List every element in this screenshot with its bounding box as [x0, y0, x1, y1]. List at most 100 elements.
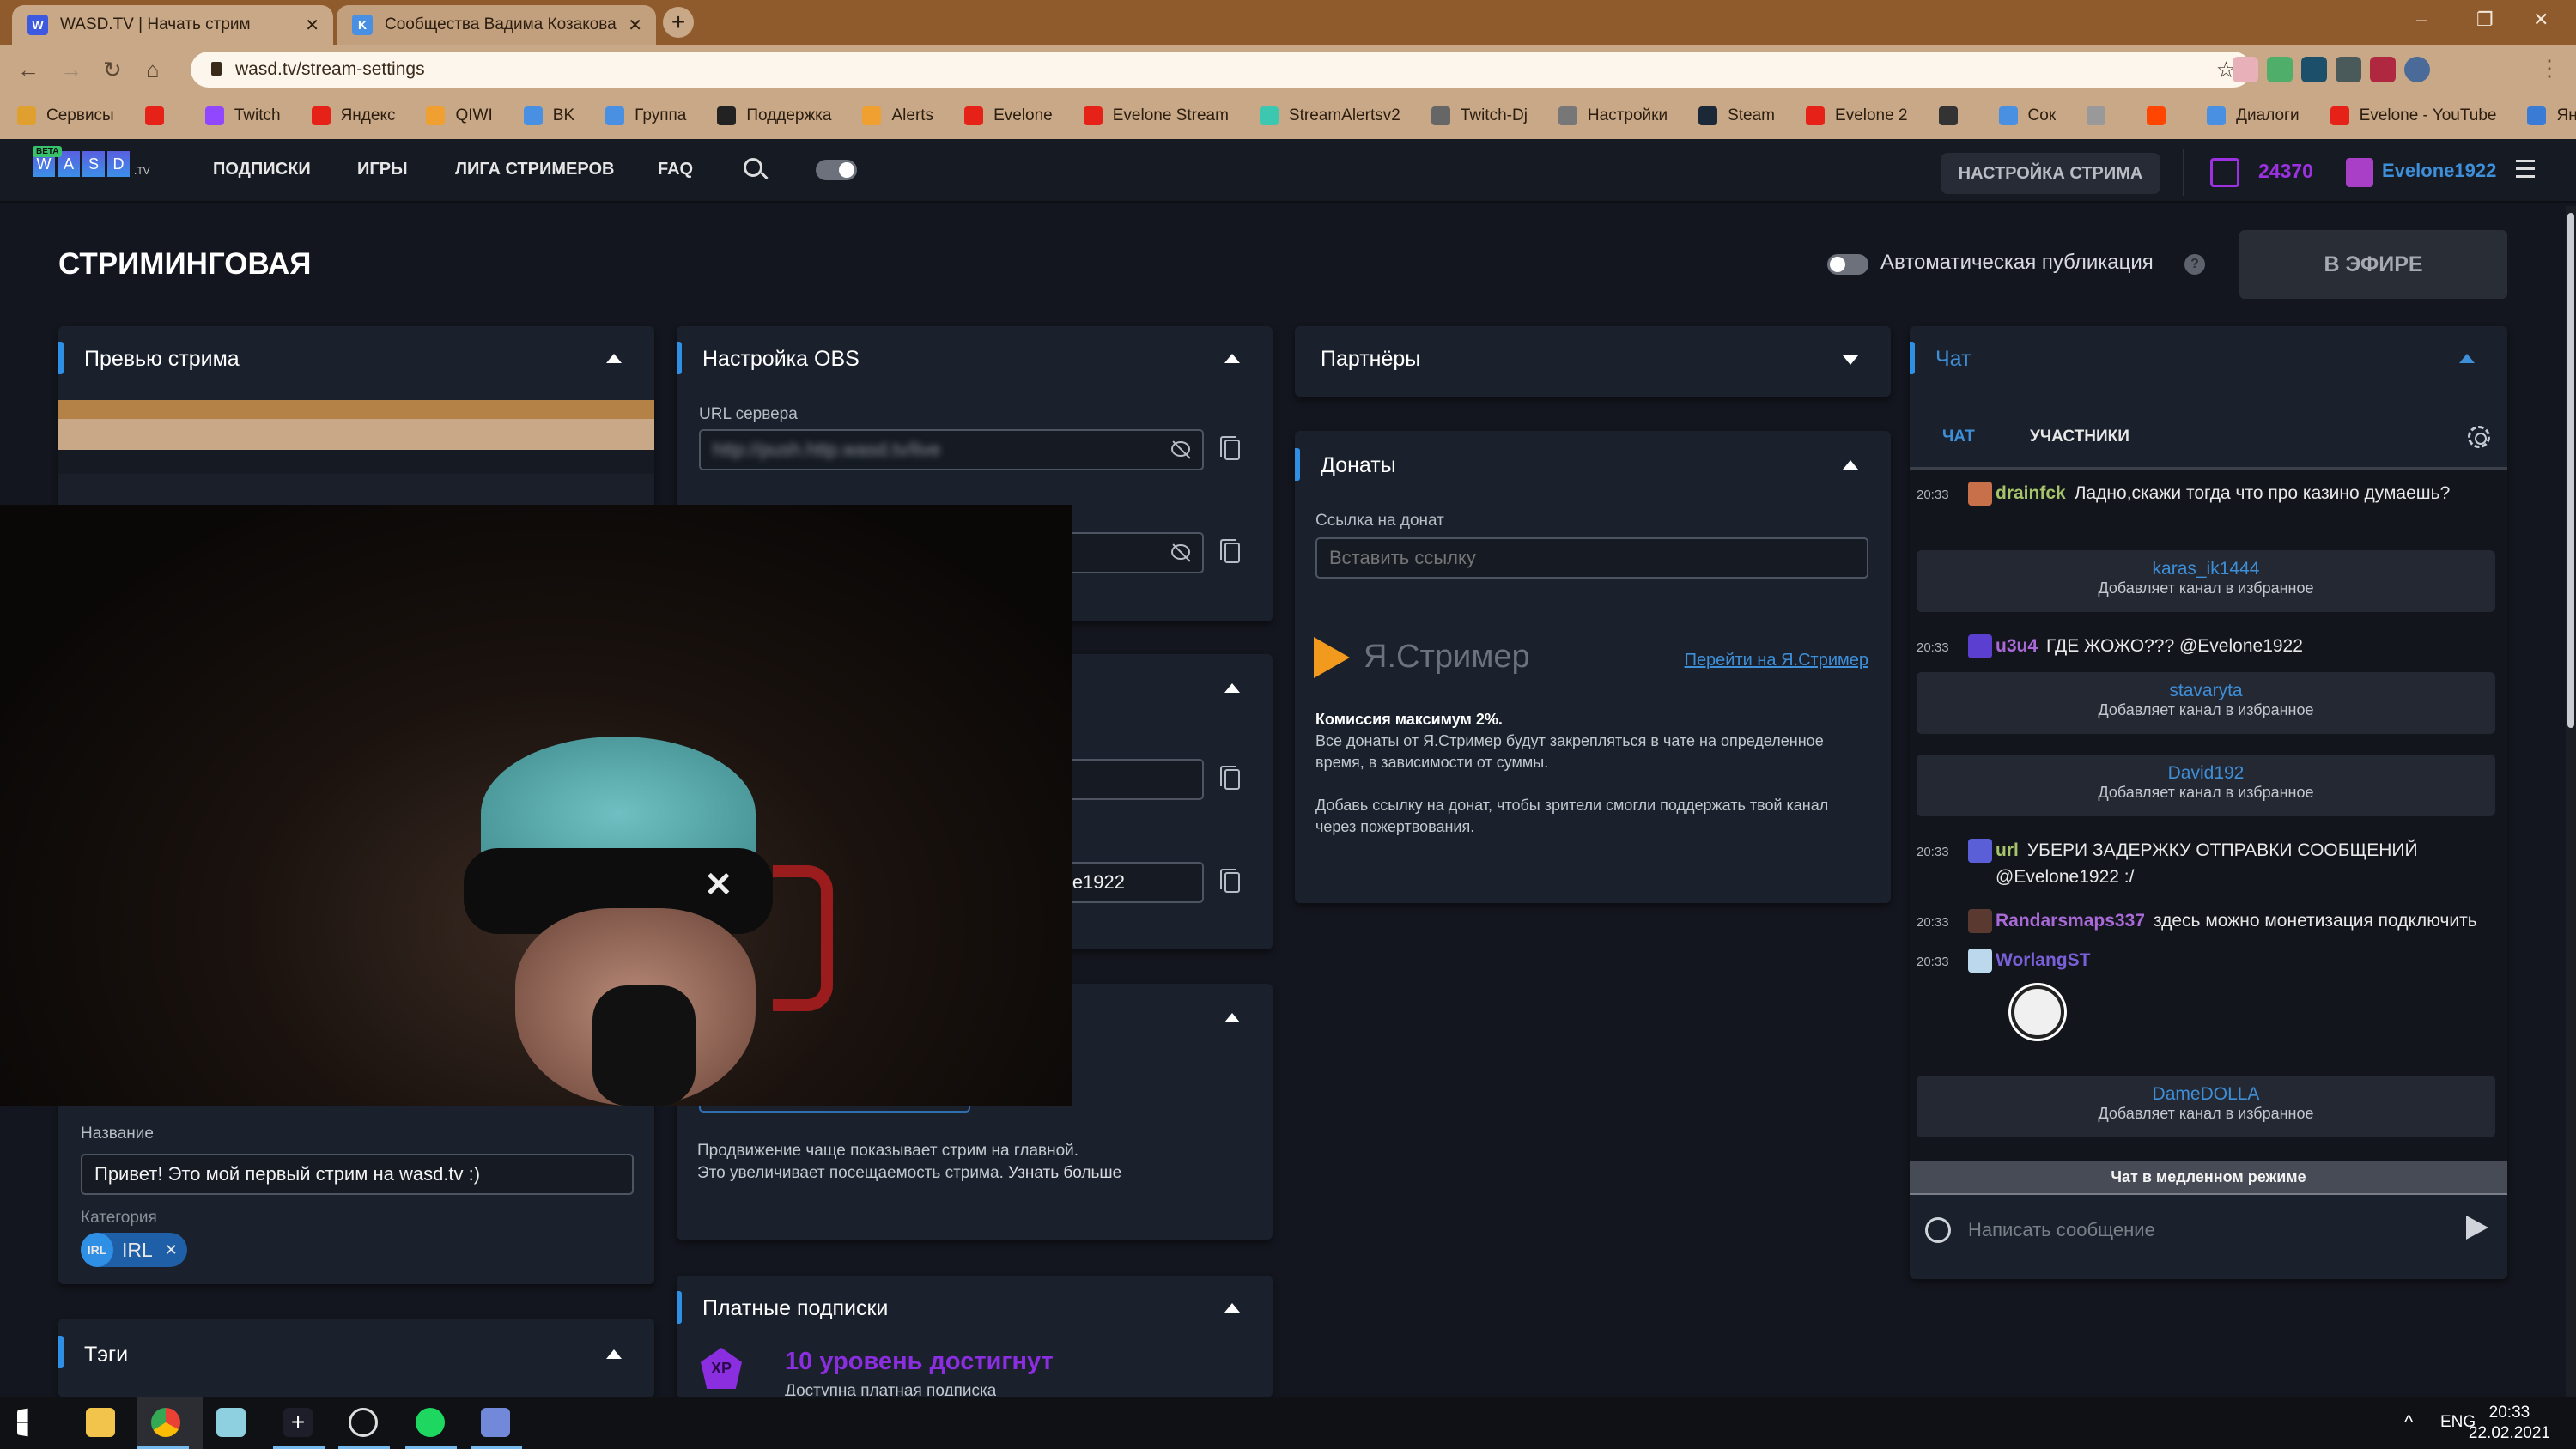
server-url-input[interactable]: http://push.http.wasd.tv/live: [699, 429, 1204, 470]
follower-name[interactable]: stavaryta: [1917, 681, 2495, 701]
bookmark-item[interactable]: Steam: [1698, 106, 1775, 125]
chat-message[interactable]: 20:33 url УБЕРИ ЗАДЕРЖКУ ОТПРАВКИ СООБЩЕНИ…: [1917, 837, 2492, 890]
chat-nick[interactable]: drainfck: [1996, 483, 2066, 503]
bookmark-item[interactable]: Поддержка: [717, 106, 831, 125]
auto-publish-toggle[interactable]: [1827, 254, 1868, 275]
nav-games[interactable]: ИГРЫ: [357, 160, 408, 179]
chat-message[interactable]: 20:33 Randarsmaps337 здесь можно монетизац…: [1917, 907, 2492, 934]
extension-icon[interactable]: [2267, 57, 2293, 82]
bookmark-item[interactable]: [2087, 106, 2116, 125]
nav-faq[interactable]: FAQ: [658, 160, 693, 179]
chat-message-input[interactable]: [1968, 1210, 2432, 1250]
avatar[interactable]: [1968, 909, 1992, 933]
windows-start-icon[interactable]: [17, 1408, 28, 1437]
bookmark-item[interactable]: Evelone Stream: [1083, 106, 1229, 125]
tray-chevron-icon[interactable]: ^: [2404, 1411, 2413, 1434]
copy-icon[interactable]: [1220, 766, 1240, 790]
collapse-icon[interactable]: [1224, 683, 1240, 693]
emoji-icon[interactable]: [1925, 1217, 1951, 1243]
copy-icon[interactable]: [1220, 436, 1240, 460]
donation-link-input[interactable]: [1315, 537, 1868, 579]
chat-message[interactable]: 20:33 u3u4 ГДЕ ЖОЖО??? @Evelone1922: [1917, 633, 2492, 659]
gear-icon[interactable]: [2468, 426, 2490, 448]
balance[interactable]: 24370: [2258, 160, 2313, 183]
bookmark-item[interactable]: [144, 106, 174, 125]
bookmark-item[interactable]: StreamAlertsv2: [1259, 106, 1400, 125]
partners-card[interactable]: Партнёры: [1295, 326, 1891, 397]
help-icon[interactable]: ?: [2184, 254, 2205, 275]
close-tab-icon[interactable]: ✕: [305, 15, 319, 36]
stream-name-input[interactable]: [81, 1154, 634, 1195]
bookmark-item[interactable]: Evelone 2: [1806, 106, 1908, 125]
ya-streamer-link[interactable]: Перейти на Я.Стример: [1685, 651, 1868, 670]
bookmark-item[interactable]: Диалоги: [2207, 106, 2300, 125]
nav-streamer-league[interactable]: ЛИГА СТРИМЕРОВ: [455, 160, 614, 179]
learn-more-link[interactable]: Узнать больше: [1008, 1164, 1121, 1182]
url-bar[interactable]: wasd.tv/stream-settings ☆: [191, 52, 2251, 88]
wallet-icon[interactable]: [2210, 158, 2239, 187]
avatar[interactable]: [2346, 158, 2373, 187]
menu-icon[interactable]: [2516, 160, 2535, 179]
nav-subscriptions[interactable]: ПОДПИСКИ: [213, 160, 311, 179]
chat-message[interactable]: 20:33 drainfck Ладно,скажи тогда что про к…: [1917, 480, 2492, 506]
extension-icon[interactable]: [2336, 57, 2361, 82]
username[interactable]: Evelone1922: [2382, 160, 2496, 182]
bookmark-item[interactable]: Alerts: [862, 106, 933, 125]
search-icon[interactable]: [744, 158, 762, 177]
tab-chat[interactable]: ЧАТ: [1942, 427, 1975, 446]
extension-icon[interactable]: [2370, 57, 2396, 82]
bookmark-item[interactable]: Twitch-Dj: [1431, 106, 1528, 125]
remove-category-icon[interactable]: ✕: [165, 1241, 178, 1259]
page-scrollbar[interactable]: [2566, 206, 2576, 1397]
eye-off-icon[interactable]: [1171, 441, 1190, 457]
category-chip[interactable]: IRL IRL ✕: [81, 1233, 187, 1267]
bookmark-item[interactable]: Яндекс: [311, 106, 395, 125]
stream-settings-button[interactable]: НАСТРОЙКА СТРИМА: [1941, 153, 2160, 194]
go-live-button[interactable]: В ЭФИРЕ: [2239, 230, 2507, 299]
browser-tab-vk[interactable]: K Сообщества Вадима Козакова ✕: [337, 5, 656, 45]
bookmark-item[interactable]: Evelone: [964, 106, 1053, 125]
browser-tab-wasd[interactable]: W WASD.TV | Начать стрим ✕: [12, 5, 333, 45]
discord-icon[interactable]: [481, 1408, 510, 1437]
new-tab-button[interactable]: +: [663, 7, 694, 38]
chat-nick[interactable]: url: [1996, 840, 2019, 860]
spotify-icon[interactable]: [416, 1408, 445, 1437]
chat-nick[interactable]: Randarsmaps337: [1996, 911, 2145, 931]
avatar[interactable]: [1968, 482, 1992, 506]
clock[interactable]: 20:33 22.02.2021: [2469, 1403, 2550, 1444]
forward-icon[interactable]: →: [60, 57, 82, 83]
close-tab-icon[interactable]: ✕: [628, 15, 642, 36]
bookmark-item[interactable]: Сок: [1998, 106, 2056, 125]
home-icon[interactable]: ⌂: [146, 57, 160, 83]
collapse-icon[interactable]: [1224, 1303, 1240, 1313]
expand-icon[interactable]: [1843, 355, 1858, 365]
bookmark-item[interactable]: Сервисы: [17, 106, 114, 125]
collapse-icon[interactable]: [606, 1349, 622, 1359]
chat-nick[interactable]: u3u4: [1996, 636, 2038, 656]
bookmark-item[interactable]: BK: [523, 106, 574, 125]
back-icon[interactable]: ←: [17, 57, 39, 83]
extension-icon[interactable]: [2301, 57, 2327, 82]
tab-participants[interactable]: УЧАСТНИКИ: [2030, 427, 2129, 446]
browser-menu-icon[interactable]: ⋮: [2538, 55, 2561, 82]
avatar[interactable]: [1968, 949, 1992, 973]
follower-name[interactable]: David192: [1917, 763, 2495, 784]
follower-name[interactable]: DameDOLLA: [1917, 1084, 2495, 1105]
bookmark-item[interactable]: QIWI: [426, 106, 493, 125]
wasd-logo[interactable]: BETA W A S D .TV: [33, 146, 150, 177]
bookmark-item[interactable]: [1938, 106, 1968, 125]
minimize-icon[interactable]: –: [2416, 9, 2427, 31]
reload-icon[interactable]: ↻: [103, 57, 122, 83]
bookmark-item[interactable]: Яндекс.Диск: [2527, 106, 2576, 125]
eye-off-icon[interactable]: [1171, 544, 1190, 560]
collapse-icon[interactable]: [606, 354, 622, 363]
collapse-icon[interactable]: [1224, 354, 1240, 363]
restore-icon[interactable]: ❐: [2476, 9, 2494, 31]
profile-avatar[interactable]: [2404, 57, 2430, 82]
file-explorer-icon[interactable]: [86, 1408, 115, 1437]
bookmark-item[interactable]: Настройки: [1558, 106, 1668, 125]
bookmark-item[interactable]: Twitch: [204, 106, 281, 125]
copy-icon[interactable]: [1220, 539, 1240, 563]
collapse-icon[interactable]: [1843, 460, 1858, 470]
follower-name[interactable]: karas_ik1444: [1917, 559, 2495, 579]
